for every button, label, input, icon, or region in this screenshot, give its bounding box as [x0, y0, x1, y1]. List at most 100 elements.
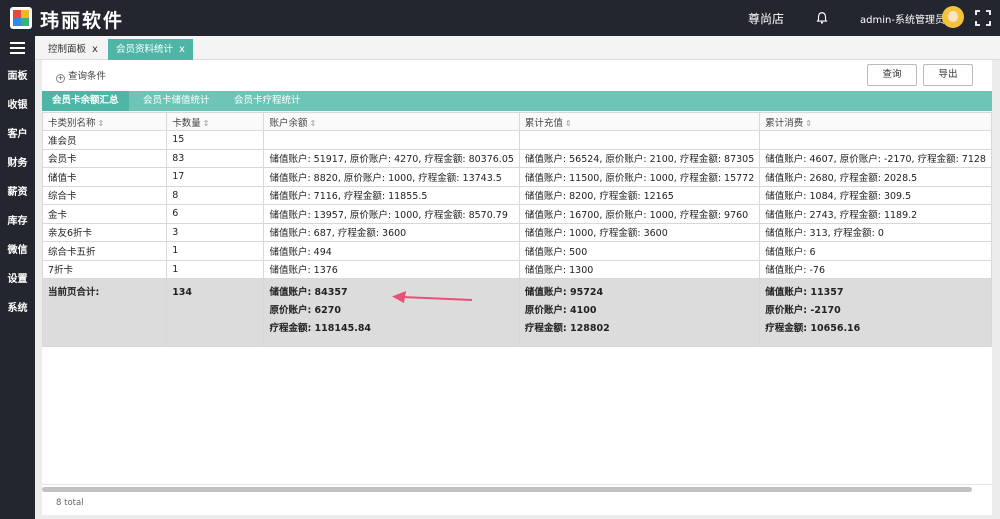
table-cell: 储值账户: 11500, 原价账户: 1000, 疗程金额: 15772 [518, 167, 761, 187]
pagination-total: 8 total [56, 498, 84, 508]
table-cell: 储值卡 [41, 167, 168, 187]
sidebar-item-wechat[interactable]: 微信 [0, 241, 35, 256]
user-name[interactable]: admin-系统管理员 [860, 11, 945, 26]
tab-card-recharge-stats[interactable]: 会员卡储值统计 [133, 91, 220, 111]
table-cell: 储值账户: 7116, 疗程金额: 11855.5 [263, 185, 520, 205]
page-tab-bar: 控制面板 x 会员资料统计 x [35, 36, 1000, 60]
divider [42, 484, 992, 485]
table-cell: 15 [166, 130, 265, 150]
table-cell [263, 130, 520, 150]
tab-dashboard[interactable]: 控制面板 x [40, 39, 106, 60]
export-button[interactable]: 导出 [923, 64, 973, 86]
avatar[interactable] [942, 6, 964, 28]
table-cell: 储值账户: 6 [759, 241, 992, 261]
table-total-row: 当前页合计: 134 储值账户: 84357 原价账户: 6270 疗程金额: 11… [41, 278, 992, 347]
table-cell: 综合卡五折 [41, 241, 168, 261]
table-cell: 综合卡 [41, 185, 168, 205]
sidebar-item-cashier[interactable]: 收银 [0, 96, 35, 111]
table-cell: 7折卡 [41, 259, 168, 279]
sidebar-item-inventory[interactable]: 库存 [0, 212, 35, 227]
table-cell: 8 [166, 185, 265, 205]
table-cell [518, 130, 761, 150]
table-cell: 储值账户: 4607, 原价账户: -2170, 疗程金额: 7128 [759, 148, 992, 168]
sidebar-item-salary[interactable]: 薪资 [0, 183, 35, 198]
sort-icon: ⇕ [805, 118, 812, 128]
column-header[interactable]: 账户余额 ⇕ [263, 112, 520, 131]
sub-tab-bar: 会员卡余额汇总 会员卡储值统计 会员卡疗程统计 [42, 91, 992, 111]
total-label: 当前页合计: [41, 278, 168, 347]
table-cell: 会员卡 [41, 148, 168, 168]
table-row[interactable]: 7折卡 1 储值账户: 1376 储值账户: 1300 储值账户: -76 [41, 259, 992, 279]
sidebar-item-system[interactable]: 系统 [0, 299, 35, 314]
query-button[interactable]: 查询 [867, 64, 917, 86]
table-cell: 储值账户: 1376 [263, 259, 520, 279]
table-cell: 储值账户: -76 [759, 259, 992, 279]
total-recharge: 储值账户: 95724 原价账户: 4100 疗程金额: 128802 [518, 278, 761, 347]
tab-label: 控制面板 [48, 44, 87, 55]
table-cell: 1 [166, 241, 265, 261]
table-row[interactable]: 会员卡 83 储值账户: 51917, 原价账户: 4270, 疗程金额: 8037… [41, 148, 992, 168]
table-cell: 储值账户: 500 [518, 241, 761, 261]
table-cell: 储值账户: 1084, 疗程金额: 309.5 [759, 185, 992, 205]
top-bar: 玮丽软件 尊尚店 admin-系统管理员 [0, 0, 1000, 36]
total-count: 134 [166, 278, 265, 347]
table-row[interactable]: 准会员 15 [41, 130, 992, 150]
sidebar-item-dashboard[interactable]: 面板 [0, 67, 35, 82]
table-cell: 储值账户: 8820, 原价账户: 1000, 疗程金额: 13743.5 [263, 167, 520, 187]
table-cell: 储值账户: 1300 [518, 259, 761, 279]
menu-icon[interactable] [10, 42, 25, 54]
sort-icon: ⇕ [309, 118, 317, 128]
table-row[interactable]: 综合卡五折 1 储值账户: 494 储值账户: 500 储值账户: 6 [41, 241, 992, 261]
table-cell: 储值账户: 16700, 原价账户: 1000, 疗程金额: 9760 [518, 204, 761, 224]
sidebar: 面板 收银 客户 财务 薪资 库存 微信 设置 系统 [0, 36, 35, 519]
sidebar-item-settings[interactable]: 设置 [0, 270, 35, 285]
table-cell: 储值账户: 687, 疗程金额: 3600 [263, 222, 520, 242]
query-condition-toggle[interactable]: + 查询条件 [56, 68, 106, 83]
table-cell: 储值账户: 2743, 疗程金额: 1189.2 [759, 204, 992, 224]
bell-icon[interactable] [815, 11, 829, 25]
table-cell: 准会员 [41, 130, 168, 150]
column-header[interactable]: 累计充值 ⇕ [518, 112, 761, 131]
annotation-arrow-icon [392, 291, 473, 303]
sidebar-item-finance[interactable]: 财务 [0, 154, 35, 169]
total-consume: 储值账户: 11357 原价账户: -2170 疗程金额: 10656.16 [759, 278, 992, 347]
horizontal-scrollbar[interactable] [42, 487, 972, 492]
brand-name: 玮丽软件 [40, 10, 125, 32]
logo-icon [10, 7, 32, 29]
table-cell: 储值账户: 2680, 疗程金额: 2028.5 [759, 167, 992, 187]
table-row[interactable]: 综合卡 8 储值账户: 7116, 疗程金额: 11855.5 储值账户: 8200,… [41, 185, 992, 205]
query-condition-label: 查询条件 [68, 71, 107, 82]
tab-card-treatment-stats[interactable]: 会员卡疗程统计 [224, 91, 311, 111]
sort-icon: ⇕ [564, 118, 572, 128]
close-icon[interactable]: x [92, 44, 98, 55]
fullscreen-icon[interactable] [975, 10, 991, 26]
table-cell: 17 [166, 167, 265, 187]
close-icon[interactable]: x [179, 44, 185, 55]
sort-icon: ⇕ [97, 118, 105, 128]
data-table: 卡类别名称 ⇕ 卡数量 ⇕ 账户余额 ⇕ 累计充值 ⇕ 累计消费 ⇕ 准会员 15 会员卡 8… [41, 112, 992, 347]
tab-card-balance-summary[interactable]: 会员卡余额汇总 [42, 91, 129, 111]
table-row[interactable]: 亲友6折卡 3 储值账户: 687, 疗程金额: 3600 储值账户: 1000, 疗… [41, 222, 992, 242]
plus-circle-icon: + [56, 74, 65, 83]
tab-member-stats[interactable]: 会员资料统计 x [108, 39, 193, 60]
table-cell: 储值账户: 494 [263, 241, 520, 261]
table-cell: 储值账户: 51917, 原价账户: 4270, 疗程金额: 80376.05 [263, 148, 520, 168]
table-cell: 金卡 [41, 204, 168, 224]
tab-label: 会员资料统计 [116, 44, 174, 55]
store-selector[interactable]: 尊尚店 [748, 10, 784, 27]
main-panel: + 查询条件 查询 导出 会员卡余额汇总 会员卡储值统计 会员卡疗程统计 卡类别名… [41, 60, 992, 515]
column-header[interactable]: 卡数量 ⇕ [166, 112, 265, 131]
table-cell: 亲友6折卡 [41, 222, 168, 242]
table-row[interactable]: 金卡 6 储值账户: 13957, 原价账户: 1000, 疗程金额: 8570.7… [41, 204, 992, 224]
table-row[interactable]: 储值卡 17 储值账户: 8820, 原价账户: 1000, 疗程金额: 13743… [41, 167, 992, 187]
column-header[interactable]: 卡类别名称 ⇕ [41, 112, 168, 131]
table-cell: 83 [166, 148, 265, 168]
table-cell [759, 130, 992, 150]
sort-icon: ⇕ [202, 118, 210, 128]
table-cell: 1 [166, 259, 265, 279]
column-header[interactable]: 累计消费 ⇕ [759, 112, 992, 131]
table-cell: 储值账户: 13957, 原价账户: 1000, 疗程金额: 8570.79 [263, 204, 520, 224]
sidebar-item-customer[interactable]: 客户 [0, 125, 35, 140]
table-cell: 储值账户: 313, 疗程金额: 0 [759, 222, 992, 242]
table-cell: 储值账户: 56524, 原价账户: 2100, 疗程金额: 87305 [518, 148, 761, 168]
